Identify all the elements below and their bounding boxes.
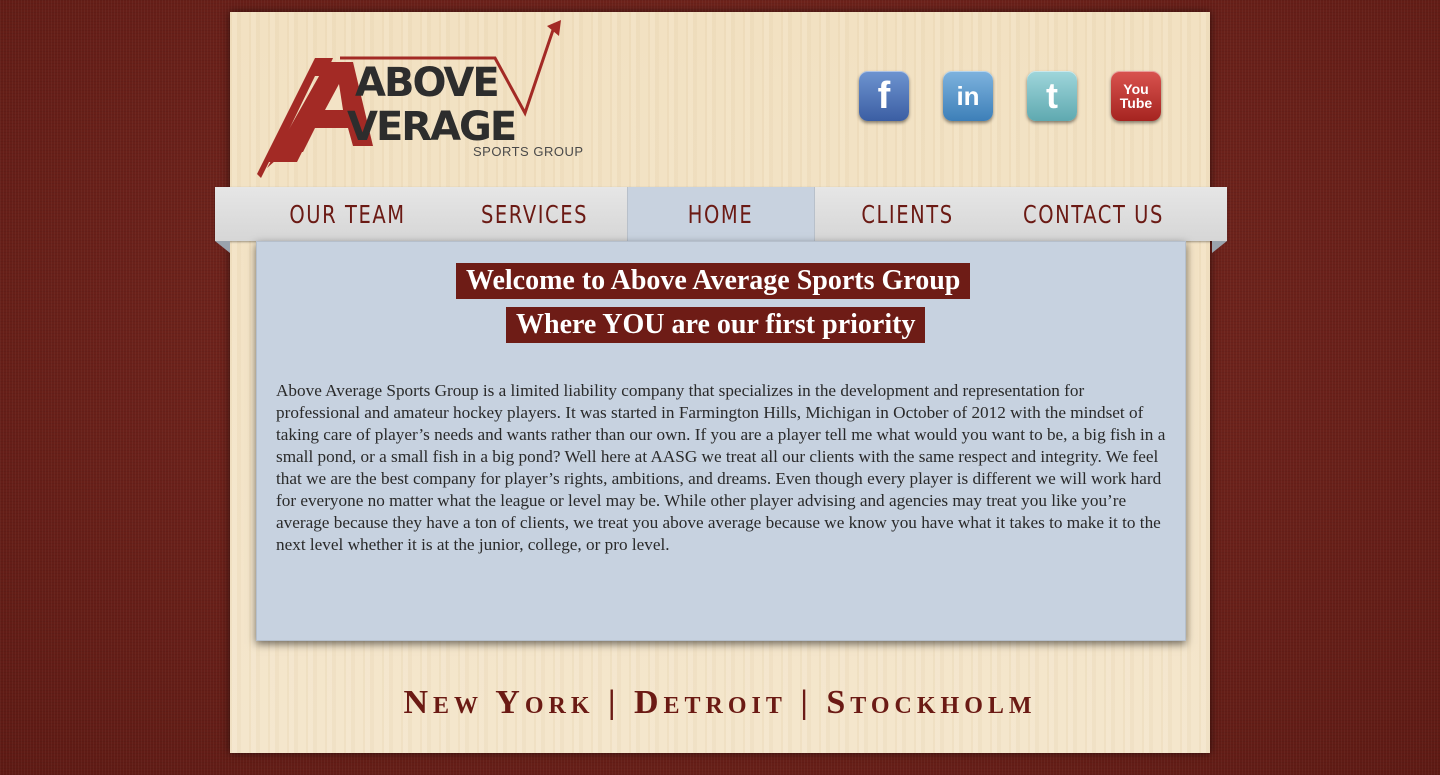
nav-item-home[interactable]: HOME	[648, 187, 794, 241]
company-logo[interactable]: ABOVE VERAGE SPORTS GROUP	[255, 18, 585, 178]
nav-item-contact-us[interactable]: CONTACT US	[1021, 187, 1167, 241]
nav-fold-right	[1212, 241, 1227, 253]
youtube-icon-top: You	[1123, 81, 1149, 97]
logo-subtitle: SPORTS GROUP	[473, 144, 584, 159]
footer-locations: New York | Detroit | Stockholm	[403, 684, 1037, 721]
twitter-icon[interactable]: t	[1027, 71, 1077, 121]
youtube-icon-bottom: Tube	[1119, 95, 1153, 111]
nav-item-our-team[interactable]: OUR TEAM	[275, 187, 421, 241]
welcome-subtitle: Where YOU are our first priority	[506, 307, 926, 343]
nav-fold-left	[215, 241, 230, 253]
facebook-icon[interactable]: f	[859, 71, 909, 121]
nav-item-services[interactable]: SERVICES	[462, 187, 608, 241]
welcome-title: Welcome to Above Average Sports Group	[456, 263, 971, 299]
youtube-icon[interactable]: You Tube	[1111, 71, 1161, 121]
about-paragraph: Above Average Sports Group is a limited …	[276, 381, 1166, 554]
nav-item-clients[interactable]: CLIENTS	[835, 187, 981, 241]
logo-line1: ABOVE	[355, 60, 498, 106]
linkedin-icon[interactable]: in	[943, 71, 993, 121]
